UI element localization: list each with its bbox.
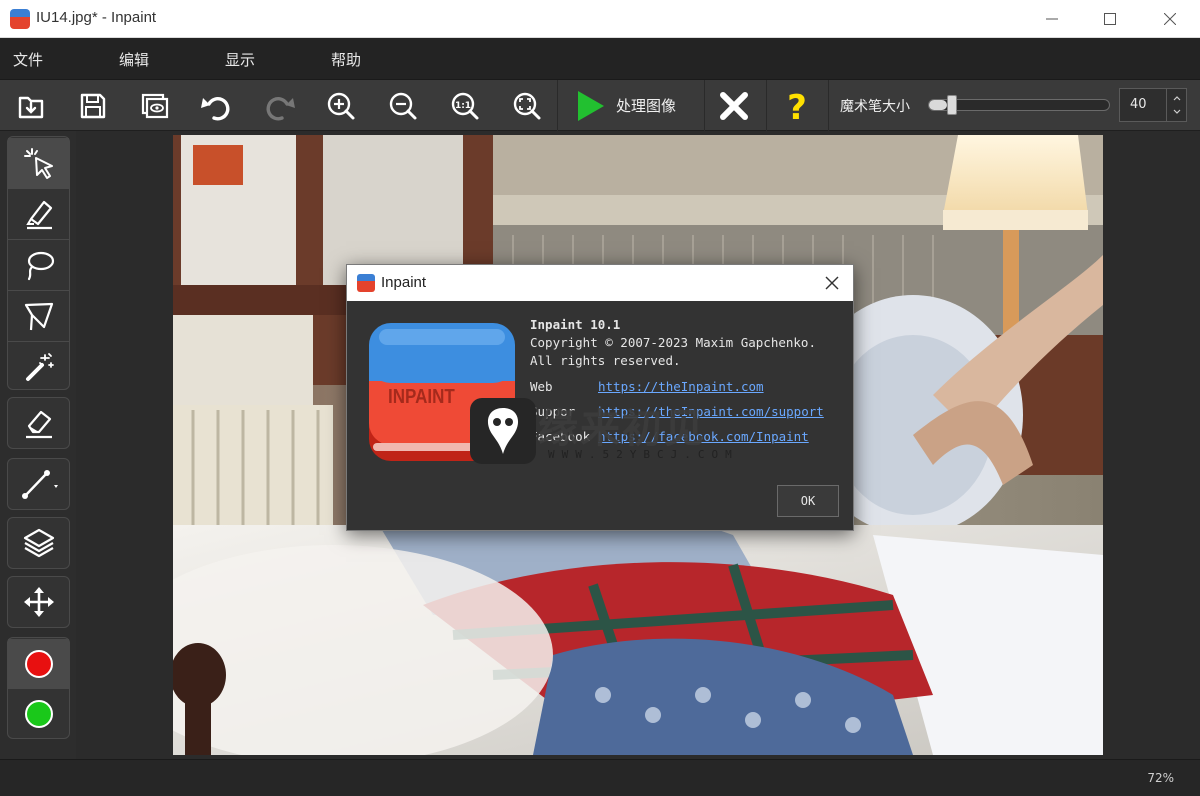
rights-text: All rights reserved. [530, 353, 681, 368]
preview-icon [141, 93, 169, 119]
minimize-icon [1046, 18, 1058, 20]
magic-wand-icon [25, 353, 54, 381]
lasso-tool[interactable] [8, 240, 69, 290]
lasso-icon [27, 251, 54, 281]
red-color-button[interactable] [8, 639, 69, 689]
web-label: Web [530, 379, 553, 394]
about-close-button[interactable] [819, 271, 845, 295]
menu-file[interactable]: 文件 [13, 49, 43, 70]
zoom-in-button[interactable] [318, 83, 364, 129]
svg-text:1:1: 1:1 [455, 101, 471, 111]
menu-help[interactable]: 帮助 [331, 49, 361, 70]
layers-group [7, 517, 70, 569]
status-bar: 72% [0, 759, 1200, 796]
close-icon [825, 276, 839, 290]
close-icon [1164, 13, 1176, 25]
zoom-fit-button[interactable] [504, 83, 550, 129]
watermark-text: 缘来初见 [538, 406, 706, 452]
brush-size-label: 魔术笔大小 [840, 99, 910, 115]
move-tool[interactable] [8, 577, 69, 627]
selection-tools-group [7, 136, 70, 390]
move-icon [23, 587, 54, 617]
zoom-fit-icon [513, 92, 541, 120]
tools-panel [0, 131, 76, 759]
save-icon [80, 93, 106, 119]
move-group [7, 576, 70, 628]
process-image-button[interactable]: 处理图像 [560, 80, 704, 131]
zoom-in-icon [327, 92, 355, 120]
menu-view[interactable]: 显示 [225, 49, 255, 70]
web-link[interactable]: https://theInpaint.com [598, 379, 764, 394]
close-button[interactable] [1140, 0, 1200, 38]
maximize-icon [1104, 13, 1116, 25]
preview-button[interactable] [132, 83, 178, 129]
brush-size-fill [929, 100, 947, 110]
minimize-button[interactable] [1022, 0, 1082, 38]
spin-arrows[interactable] [1166, 89, 1186, 121]
watermark-url: WWW.52YBCJ.COM [548, 448, 739, 461]
window-title: IU14.jpg* - Inpaint [36, 9, 157, 26]
brush-size-slider[interactable] [928, 95, 1110, 115]
title-bar: IU14.jpg* - Inpaint [0, 0, 1200, 38]
play-icon [578, 90, 604, 121]
product-name: Inpaint 10.1 [530, 317, 621, 332]
about-dialog-title: Inpaint [381, 274, 427, 291]
question-icon: ? [787, 89, 807, 123]
process-image-label: 处理图像 [616, 97, 677, 115]
undo-icon [201, 97, 230, 121]
redo-icon [266, 97, 295, 121]
help-button[interactable]: ? [774, 83, 820, 129]
line-group [7, 458, 70, 510]
marker-tool[interactable] [8, 189, 69, 239]
save-button[interactable] [70, 83, 116, 129]
app-icon [10, 9, 30, 29]
cancel-button[interactable] [711, 83, 757, 129]
zoom-level: 72% [1147, 771, 1174, 785]
about-dialog-titlebar: Inpaint [347, 265, 853, 301]
red-circle-icon [24, 650, 53, 678]
menu-bar: 文件 编辑 显示 帮助 [0, 38, 1200, 80]
redo-button[interactable] [256, 83, 302, 129]
magic-select-icon [23, 148, 53, 179]
zoom-actual-icon: 1:1 [451, 92, 479, 120]
line-tool[interactable] [8, 459, 69, 509]
green-color-button[interactable] [8, 689, 69, 739]
brush-size-thumb[interactable] [947, 95, 957, 115]
zoom-out-button[interactable] [380, 83, 426, 129]
eraser-icon [25, 410, 52, 439]
spin-arrow-icon [1173, 96, 1181, 114]
layers-tool[interactable] [8, 518, 69, 568]
maximize-button[interactable] [1080, 0, 1140, 38]
logo-text: INPAINT [388, 386, 455, 408]
brush-size-value: 40 [1130, 97, 1147, 112]
eraser-tool[interactable] [8, 398, 69, 448]
watermark-badge [470, 398, 536, 464]
green-circle-icon [24, 700, 53, 728]
polygon-lasso-icon [24, 302, 53, 331]
copyright-text: Copyright © 2007-2023 Maxim Gapchenko. [530, 335, 816, 350]
layers-icon [23, 528, 54, 558]
polygon-lasso-tool[interactable] [8, 291, 69, 341]
color-group [7, 637, 70, 739]
open-icon [18, 96, 44, 119]
line-icon [21, 470, 58, 499]
brush-size-spinbox[interactable]: 40 [1119, 88, 1187, 122]
zoom-out-icon [389, 92, 417, 120]
watermark-icon [487, 408, 519, 454]
eraser-group [7, 397, 70, 449]
magic-select-tool[interactable] [8, 138, 69, 188]
ok-button[interactable]: OK [777, 485, 839, 517]
close-x-icon [720, 92, 748, 120]
undo-button[interactable] [194, 83, 240, 129]
app-icon [357, 274, 375, 292]
magic-wand-tool[interactable] [8, 342, 69, 392]
open-button[interactable] [8, 83, 54, 129]
marker-icon [25, 200, 52, 230]
svg-text:?: ? [787, 89, 807, 123]
menu-edit[interactable]: 编辑 [119, 49, 149, 70]
zoom-actual-button[interactable]: 1:1 [442, 83, 488, 129]
